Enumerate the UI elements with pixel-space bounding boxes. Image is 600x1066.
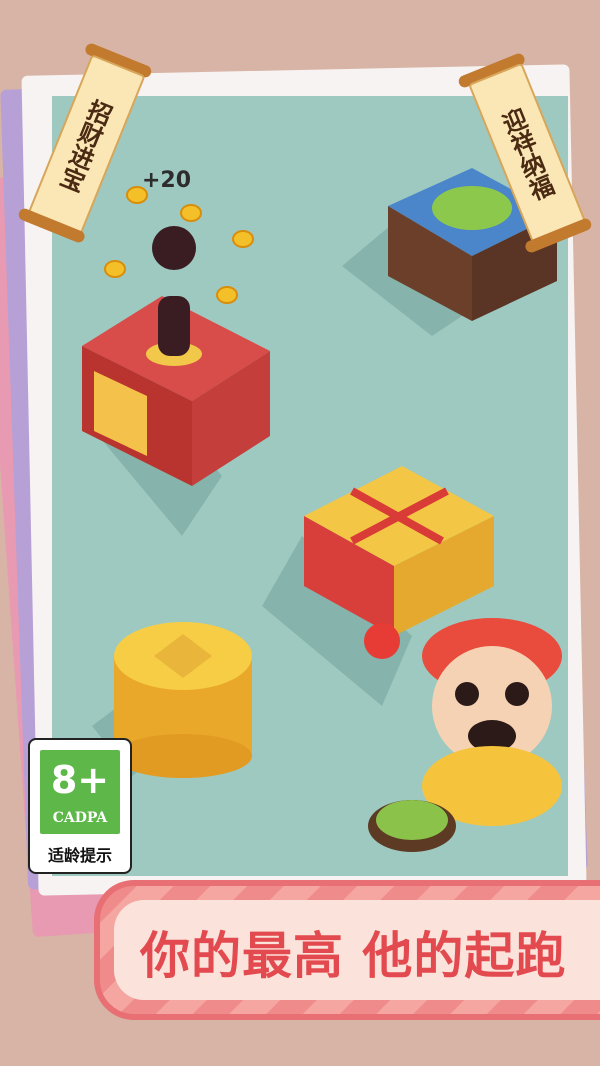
coin-icon xyxy=(232,230,254,248)
promo-banner: 你的最高 他的起跑 xyxy=(94,880,600,1020)
age-rating-hint: 适龄提示 xyxy=(47,846,112,865)
coin-icon xyxy=(104,260,126,278)
age-rating-number: 8+ xyxy=(50,758,110,802)
score-popup: +20 xyxy=(142,168,192,193)
age-rating-org: CADPA xyxy=(52,810,108,826)
age-rating-badge: 8+ CADPA 适龄提示 xyxy=(28,738,132,874)
coin-icon xyxy=(180,204,202,222)
mascot-caishen xyxy=(364,618,562,826)
kiwi-slice xyxy=(368,800,456,852)
gold-coin-platform xyxy=(114,622,252,778)
coin-icon xyxy=(216,286,238,304)
promo-slogan: 你的最高 他的起跑 xyxy=(140,927,567,985)
